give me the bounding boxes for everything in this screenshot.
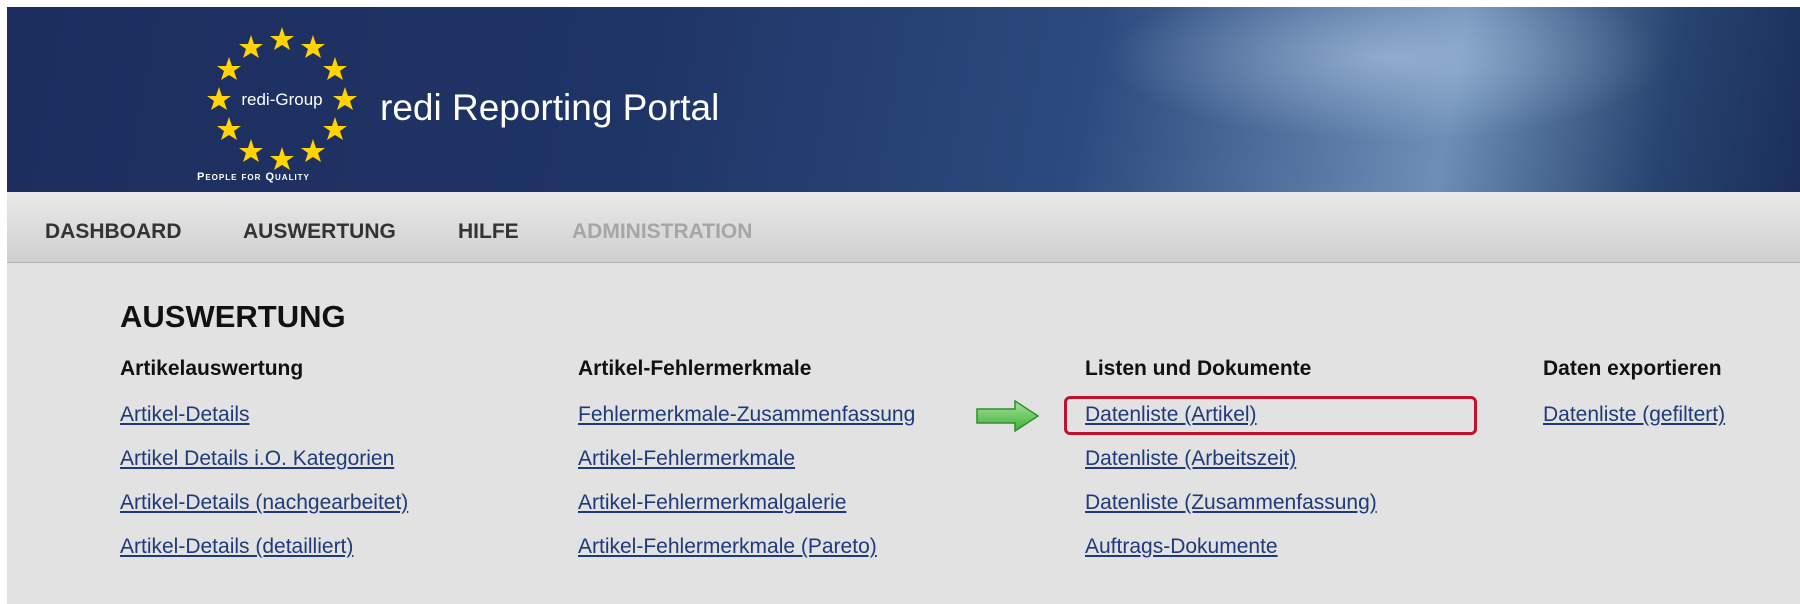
green-right-arrow-icon [976, 399, 1040, 433]
link-artikel-fehlermerkmale-pareto[interactable]: Artikel-Fehlermerkmale (Pareto) [578, 535, 877, 559]
link-fehlermerkmale-zusammenfassung[interactable]: Fehlermerkmale-Zusammenfassung [578, 403, 915, 427]
link-datenliste-gefiltert[interactable]: Datenliste (gefiltert) [1543, 403, 1725, 427]
highlight-box [1064, 396, 1477, 435]
column-heading: Listen und Dokumente [1085, 357, 1312, 380]
nav-auswertung[interactable]: AUSWERTUNG [243, 220, 396, 244]
nav-dashboard[interactable]: DASHBOARD [45, 220, 182, 244]
column-artikel-fehlermerkmale: Artikel-Fehlermerkmale [578, 357, 811, 387]
link-datenliste-zusammenfassung[interactable]: Datenliste (Zusammenfassung) [1085, 491, 1377, 515]
link-artikel-details-detailliert[interactable]: Artikel-Details (detailliert) [120, 535, 353, 559]
link-artikel-details-nachgearbeitet[interactable]: Artikel-Details (nachgearbeitet) [120, 491, 408, 515]
link-datenliste-arbeitszeit[interactable]: Datenliste (Arbeitszeit) [1085, 447, 1296, 471]
nav-hilfe[interactable]: HILFE [458, 220, 519, 244]
column-heading: Artikelauswertung [120, 357, 304, 380]
logo-text: redi-Group [241, 90, 322, 109]
column-heading: Daten exportieren [1543, 357, 1722, 380]
column-artikelauswertung: Artikelauswertung [120, 357, 303, 387]
link-artikel-fehlermerkmale[interactable]: Artikel-Fehlermerkmale [578, 447, 795, 471]
redi-group-logo[interactable]: redi-Group [197, 19, 367, 189]
column-listen-und-dokumente: Listen und Dokumente [1085, 357, 1311, 387]
column-heading: Artikel-Fehlermerkmale [578, 357, 812, 380]
link-artikel-fehlermerkmalgalerie[interactable]: Artikel-Fehlermerkmalgalerie [578, 491, 846, 515]
nav-administration: ADMINISTRATION [572, 220, 753, 243]
column-daten-exportieren: Daten exportieren [1543, 357, 1722, 387]
link-auftrags-dokumente[interactable]: Auftrags-Dokumente [1085, 535, 1278, 559]
portal-title: redi Reporting Portal [380, 87, 720, 128]
link-artikel-details[interactable]: Artikel-Details [120, 403, 250, 427]
page-title: AUSWERTUNG [120, 299, 346, 334]
tagline: People for Quality [197, 171, 310, 183]
link-artikel-details-io-kategorien[interactable]: Artikel Details i.O. Kategorien [120, 447, 394, 471]
main-navbar: DASHBOARD AUSWERTUNG HILFE ADMINISTRATIO… [7, 192, 1800, 263]
page-frame: redi-Group People for Quality redi Repor… [7, 7, 1800, 604]
